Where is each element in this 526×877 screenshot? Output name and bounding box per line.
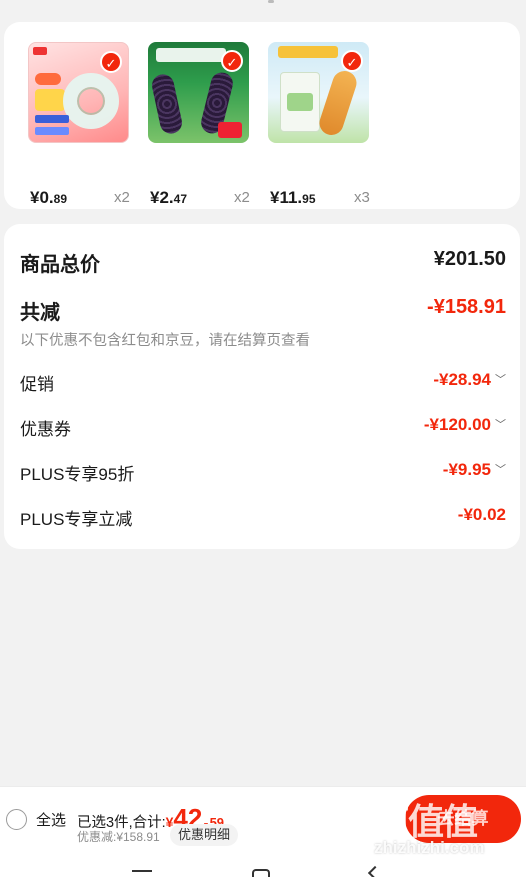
promo-sticker [218,122,242,138]
product-image-title [278,46,338,58]
product-quantity: x3 [354,189,370,206]
total-price-value: ¥201.50 [433,248,506,270]
total-price-label: 商品总价 [20,254,100,276]
chevron-down-icon[interactable]: ﹀ [495,371,506,387]
product-quantity: x2 [114,189,130,206]
flour-bag [280,72,320,132]
coupon-value: -¥120.00 ﹀ [423,415,506,434]
home-icon[interactable] [252,869,270,877]
total-discount-row: 共减 -¥158.91 [20,296,506,324]
discount-note: 以下优惠不包含红包和京豆，请在结算页查看 [20,333,310,349]
promo-badge [35,73,61,85]
chevron-down-icon[interactable]: ﹀ [495,416,506,432]
selected-products-card: ✓ ¥0.89 x2 ✓ ¥2.47 x2 ✓ ¥11.95 x3 [4,22,520,209]
plus-reduction-value: -¥0.02 [457,505,506,524]
promotion-value: -¥28.94 ﹀ [433,370,506,389]
promotion-label: 促销 [20,375,54,394]
black-corn-product-image[interactable]: ✓ [148,42,249,143]
checkmark-icon: ✓ [100,51,122,73]
menu-icon[interactable] [132,870,152,872]
plus-discount-value: -¥9.95 ﹀ [442,460,506,479]
checkmark-icon: ✓ [341,50,363,72]
product-item[interactable]: ✓ ¥2.47 x2 [148,42,258,207]
promotion-row[interactable]: 促销 -¥28.94 ﹀ [20,370,506,396]
back-icon[interactable] [367,865,383,877]
plus-reduction-row: PLUS专享立减 -¥0.02 [20,505,506,531]
product-quantity: x2 [234,189,250,206]
total-price-row: 商品总价 ¥201.50 [20,248,506,276]
promo-tag [35,115,69,123]
bread-loaf [316,67,360,139]
discount-summary: 优惠减:¥158.91 [77,830,160,844]
plus-discount-row[interactable]: PLUS专享95折 -¥9.95 ﹀ [20,460,506,486]
corn-flour-product-image[interactable]: ✓ [268,42,369,143]
checkmark-icon: ✓ [221,50,243,72]
checkout-button[interactable]: 去结算 [405,795,521,843]
brand-logo [33,47,47,55]
plus-reduction-label: PLUS专享立减 [20,510,133,529]
select-all-toggle[interactable]: 全选 [6,809,66,830]
product-price: ¥2.47 [150,188,187,207]
product-price: ¥11.95 [270,188,316,207]
top-sliver [0,0,526,14]
tape-roll [63,73,119,129]
corn-cob [150,72,184,136]
radio-icon[interactable] [6,809,27,830]
total-discount-label: 共减 [20,302,60,324]
discount-detail-button[interactable]: 优惠明细 [170,824,239,846]
promo-badge [35,89,65,111]
tape-product-image[interactable]: ✓ [28,42,129,143]
coupon-label: 优惠券 [20,420,71,439]
product-item[interactable]: ✓ ¥0.89 x2 [28,42,138,207]
product-item[interactable]: ✓ ¥11.95 x3 [268,42,378,207]
total-discount-value: -¥158.91 [427,296,506,318]
product-image-title [156,48,226,62]
product-price: ¥0.89 [30,188,67,207]
plus-discount-label: PLUS专享95折 [20,465,135,484]
drag-handle [268,0,274,3]
chevron-down-icon[interactable]: ﹀ [495,461,506,477]
coupon-row[interactable]: 优惠券 -¥120.00 ﹀ [20,415,506,441]
promo-tag [35,127,69,135]
price-summary-card: 商品总价 ¥201.50 共减 -¥158.91 以下优惠不包含红包和京豆，请在… [4,224,520,549]
watermark-text: zhizhizhi.com [374,838,485,857]
select-all-label: 全选 [36,812,67,829]
